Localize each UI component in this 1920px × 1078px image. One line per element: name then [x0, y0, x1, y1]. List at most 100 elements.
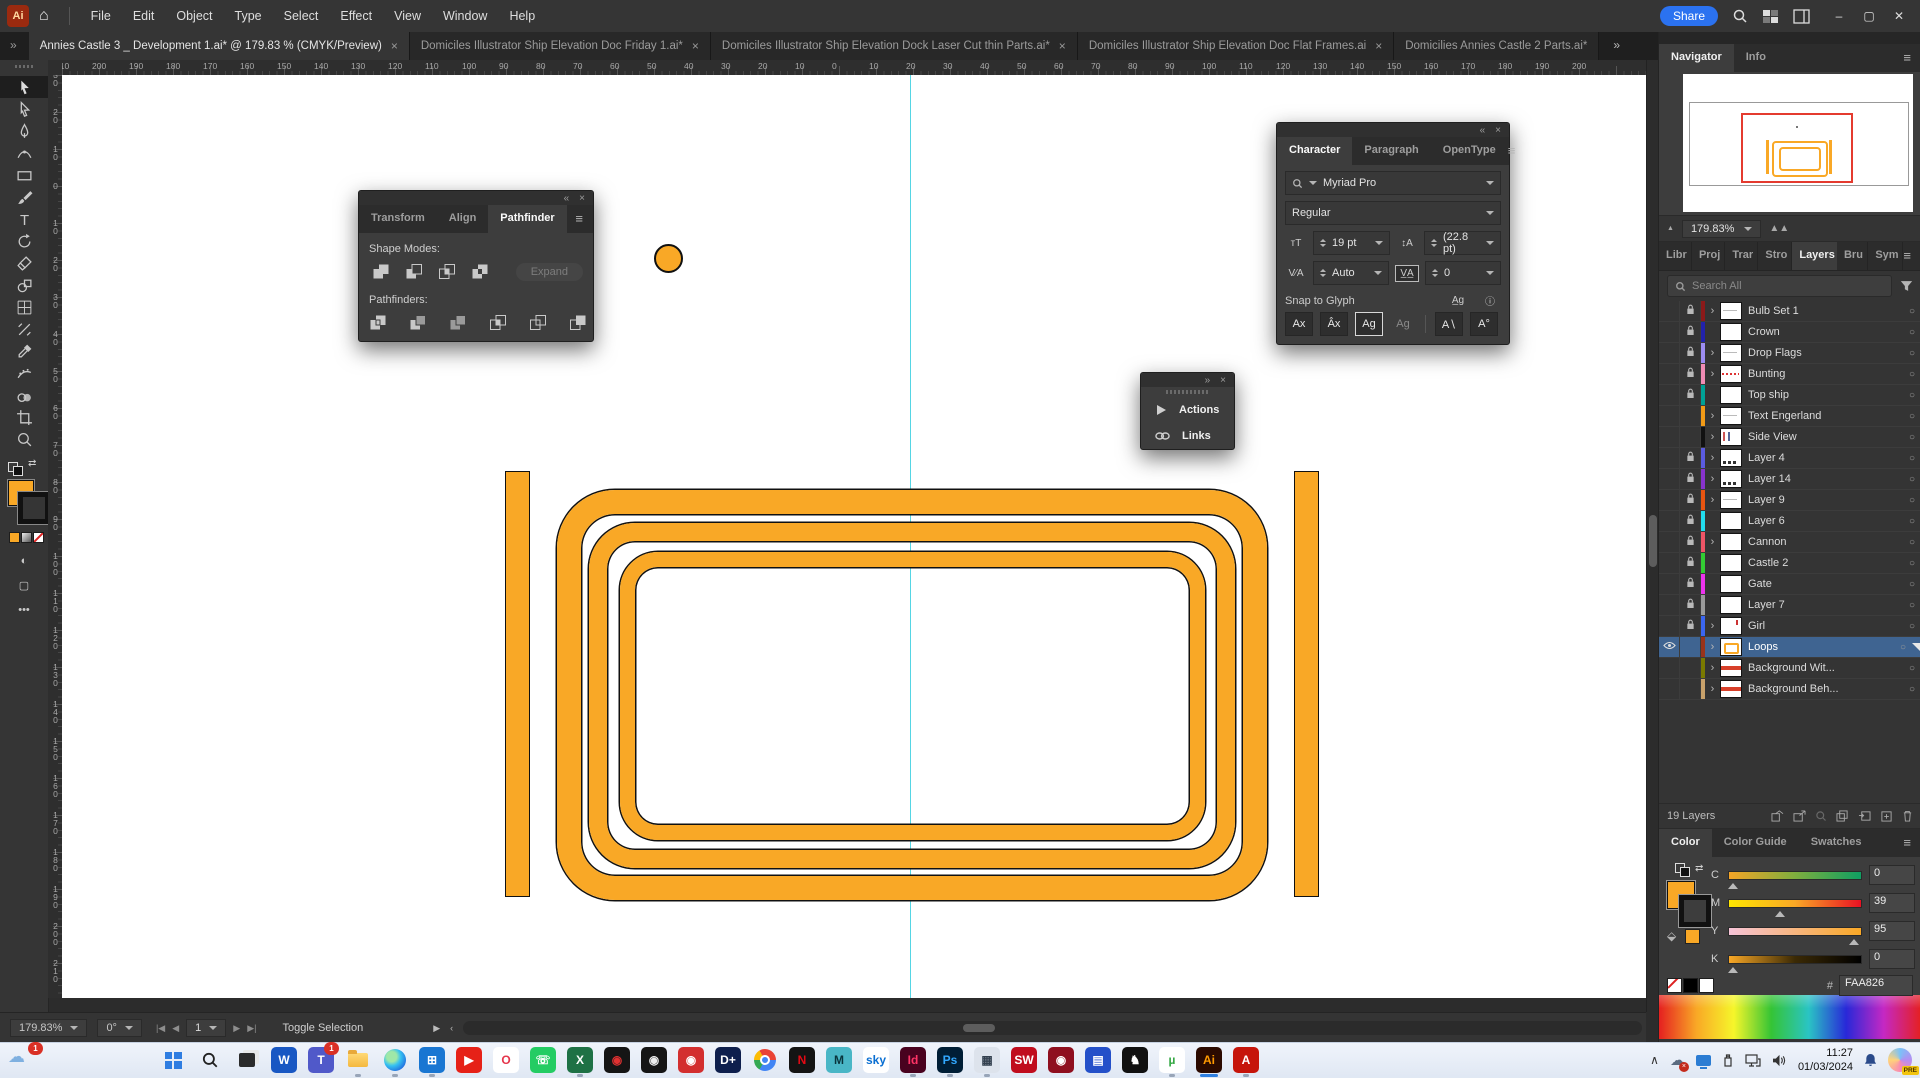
snap-option-button[interactable]: A∖ [1435, 312, 1463, 336]
release-to-layers-icon[interactable] [1793, 810, 1806, 822]
layer-name[interactable]: Background Wit... [1748, 662, 1903, 674]
layer-name[interactable]: Background Beh... [1748, 683, 1903, 695]
notifications-bell-icon[interactable] [1864, 1053, 1877, 1067]
visibility-toggle[interactable] [1659, 301, 1680, 321]
target-circle-icon[interactable]: ○ [1903, 411, 1920, 422]
filter-icon[interactable] [1900, 280, 1913, 292]
layer-row[interactable]: › Background Wit... ○ [1659, 658, 1920, 679]
font-family-select[interactable]: Myriad Pro [1285, 171, 1501, 195]
layer-name[interactable]: Loops [1748, 641, 1894, 653]
taskbar-excel[interactable]: X [567, 1047, 593, 1073]
layer-name[interactable]: Layer 9 [1748, 494, 1903, 506]
target-circle-icon[interactable]: ○ [1903, 516, 1920, 527]
visibility-toggle[interactable] [1659, 343, 1680, 363]
dock-tab-layers[interactable]: Layers [1792, 242, 1837, 270]
slider-thumb[interactable] [1728, 878, 1738, 889]
color-mode-button[interactable] [9, 532, 20, 543]
stepper-icon[interactable] [1320, 266, 1326, 280]
shape-mode-unite-button[interactable] [369, 262, 393, 282]
edit-toolbar-button[interactable]: ••• [0, 604, 48, 616]
toolbar-grip[interactable] [15, 65, 33, 68]
layer-row[interactable]: › Girl ○ [1659, 616, 1920, 637]
close-tab-icon[interactable]: × [391, 39, 398, 53]
lock-toggle[interactable] [1680, 616, 1701, 636]
lock-toggle[interactable] [1680, 490, 1701, 510]
collapse-panel-icon[interactable]: « [564, 193, 570, 204]
expand-chevron-icon[interactable]: › [1705, 494, 1720, 506]
target-circle-icon[interactable]: ○ [1903, 684, 1920, 695]
home-icon[interactable]: ⌂ [39, 7, 49, 25]
stepper-icon[interactable] [1432, 266, 1438, 280]
default-fill-stroke-icon[interactable]: ⇄ [8, 458, 48, 474]
target-circle-icon[interactable]: ○ [1903, 663, 1920, 674]
slider-track[interactable] [1728, 927, 1862, 936]
layer-name[interactable]: Layer 7 [1748, 599, 1903, 611]
pathfinder-crop-button[interactable] [489, 313, 507, 333]
layer-row[interactable]: Castle 2 ○ [1659, 553, 1920, 574]
artwork-right-bar[interactable] [1294, 471, 1319, 897]
lock-toggle[interactable] [1680, 637, 1701, 657]
taskbar-clock[interactable]: 11:27 01/03/2024 [1798, 1046, 1853, 1074]
layer-name[interactable]: Layer 4 [1748, 452, 1903, 464]
slider-track[interactable] [1728, 955, 1862, 964]
visibility-toggle[interactable] [1659, 490, 1680, 510]
expand-chevron-icon[interactable]: › [1705, 368, 1720, 380]
artwork-circle[interactable] [654, 244, 683, 273]
taskbar-youtube[interactable]: ▶ [456, 1047, 482, 1073]
snap-option-button[interactable]: Ax [1285, 312, 1313, 336]
taskbar-whatsapp[interactable]: ☏ [530, 1047, 556, 1073]
expand-chevron-icon[interactable]: › [1705, 473, 1720, 485]
shape-mode-intersect-button[interactable] [435, 262, 459, 282]
swap-fill-stroke-icon[interactable]: ⇄ [28, 458, 36, 469]
taskbar-start-button[interactable] [160, 1047, 186, 1073]
leading-field[interactable]: (22.8 pt) [1424, 231, 1501, 255]
zoom-level-select[interactable]: 179.83% [10, 1019, 87, 1037]
close-button[interactable]: ✕ [1884, 9, 1914, 23]
weather-widget[interactable]: ☁ 1 [8, 1047, 38, 1075]
selection-tool[interactable] [0, 76, 48, 98]
panel-menu-icon[interactable]: ≡ [1903, 44, 1920, 72]
lock-toggle[interactable] [1680, 448, 1701, 468]
lock-toggle[interactable] [1680, 511, 1701, 531]
zoom-out-icon[interactable]: ▲ [1667, 225, 1674, 232]
visibility-toggle[interactable] [1659, 532, 1680, 552]
draw-mode-button[interactable]: ◐ [0, 555, 48, 567]
visibility-toggle[interactable] [1659, 616, 1680, 636]
target-circle-icon[interactable]: ○ [1903, 306, 1920, 317]
layer-thumbnail[interactable] [1720, 491, 1742, 509]
pen-tool[interactable] [0, 120, 48, 142]
layer-thumbnail[interactable] [1720, 575, 1742, 593]
previous-artboard-button[interactable]: ◀ [172, 1023, 179, 1034]
duplicate-layer-icon[interactable] [1836, 810, 1849, 822]
tab-overflow-left-icon[interactable]: » [0, 32, 29, 60]
snap-option-button[interactable]: Ag [1355, 312, 1383, 336]
layer-row[interactable]: › Layer 14 ○ [1659, 469, 1920, 490]
menu-select[interactable]: Select [273, 9, 330, 23]
stepper-icon[interactable] [1320, 236, 1326, 250]
dock-tab-libr[interactable]: Libr [1659, 242, 1692, 270]
navigator-zoom-field[interactable]: 179.83% [1682, 220, 1761, 238]
rotate-tool[interactable] [0, 230, 48, 252]
layer-name[interactable]: Cannon [1748, 536, 1903, 548]
pathfinder-merge-button[interactable] [449, 313, 467, 333]
target-circle-icon[interactable]: ○ [1903, 537, 1920, 548]
panel-menu-icon[interactable]: ≡ [1508, 137, 1526, 165]
taskbar-app-red-2[interactable]: ◉ [1048, 1047, 1074, 1073]
layer-thumbnail[interactable] [1720, 365, 1742, 383]
menu-help[interactable]: Help [498, 9, 546, 23]
layer-thumbnail[interactable] [1720, 617, 1742, 635]
collapse-panel-icon[interactable]: « [1480, 125, 1486, 136]
expand-chevron-icon[interactable]: › [1705, 452, 1720, 464]
layer-thumbnail[interactable] [1720, 554, 1742, 572]
artwork-left-bar[interactable] [505, 471, 530, 897]
layer-row[interactable]: › Layer 9 ○ [1659, 490, 1920, 511]
visibility-toggle[interactable] [1659, 574, 1680, 594]
close-tab-icon[interactable]: × [1375, 39, 1382, 53]
taskbar-microsoft-store[interactable]: ⊞ [419, 1047, 445, 1073]
panel-grip[interactable] [1166, 390, 1210, 394]
dock-tab-sym[interactable]: Sym [1868, 242, 1903, 270]
width-tool[interactable] [0, 318, 48, 340]
expand-chevron-icon[interactable]: › [1705, 641, 1720, 653]
next-artboard-button[interactable]: ▶ [233, 1023, 240, 1034]
slider-thumb[interactable] [1849, 934, 1859, 945]
